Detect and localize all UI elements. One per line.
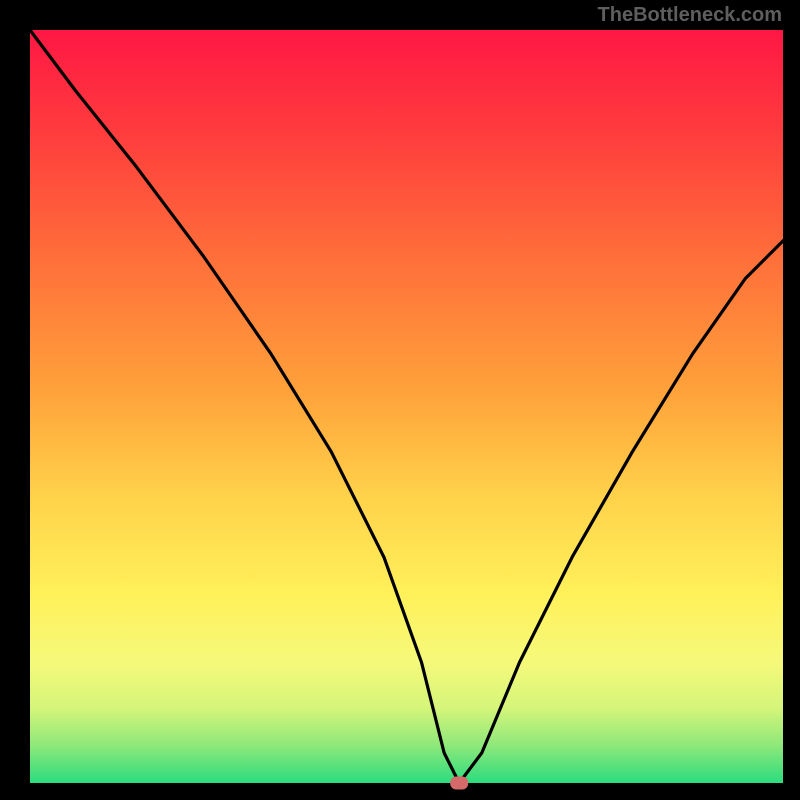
watermark-text: TheBottleneck.com (598, 4, 782, 27)
chart-container: TheBottleneck.com (0, 0, 800, 800)
optimum-marker (450, 777, 468, 790)
bottleneck-chart (0, 0, 800, 800)
plot-background (30, 30, 783, 783)
